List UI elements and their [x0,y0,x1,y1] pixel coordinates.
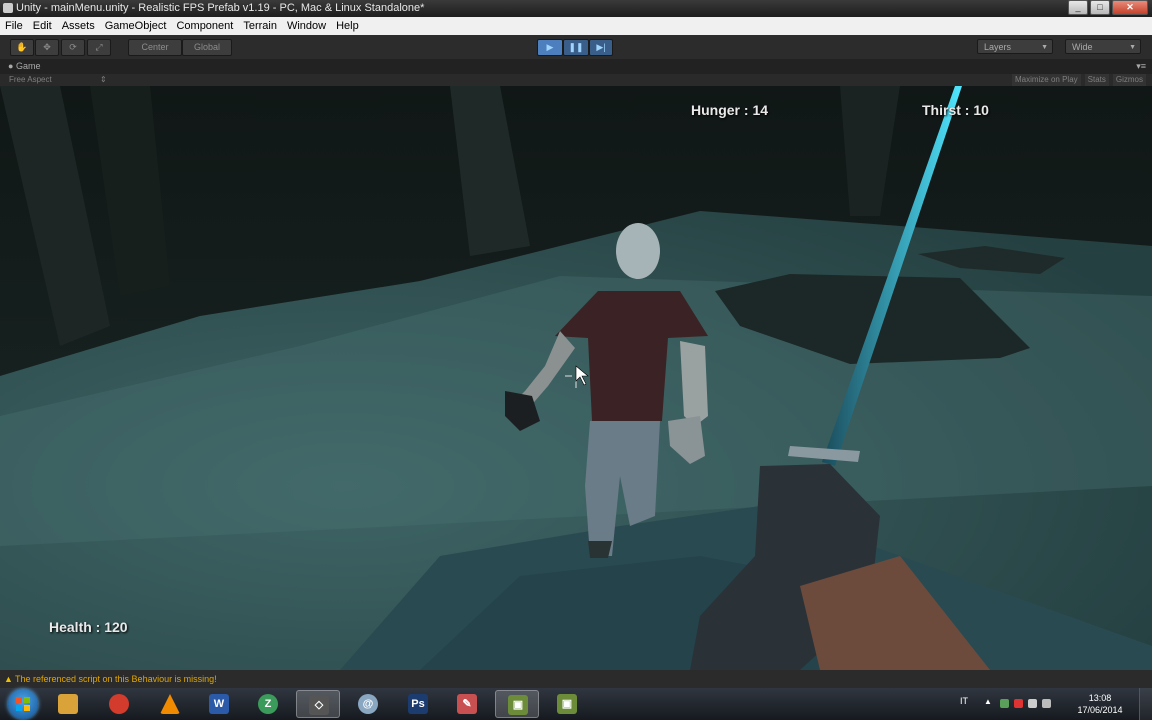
windows-logo-icon [16,697,30,711]
menu-assets[interactable]: Assets [57,17,100,35]
menu-gameobject[interactable]: GameObject [100,17,172,35]
taskbar-chrome[interactable] [97,690,141,718]
tray-security-icon[interactable] [1014,699,1023,708]
game-view-options: Maximize on Play Stats Gizmos [1011,74,1146,86]
minimize-button[interactable]: _ [1068,0,1088,15]
menu-component[interactable]: Component [171,17,238,35]
taskbar-vlc[interactable] [148,690,192,718]
windows-taskbar: W Z ◇ @ Ps ✎ ▣ ▣ IT ▲ 13:08 17/06/2014 [0,688,1152,720]
game2-icon: ▣ [557,694,577,714]
panel-menu-icon[interactable]: ▾≡ [1136,59,1146,74]
game-icon: ▣ [508,695,528,715]
console-status-bar[interactable]: ▲ The referenced script on this Behaviou… [0,670,1152,688]
app-z-icon: Z [258,694,278,714]
thirst-readout: Thirst : 10 [922,102,989,118]
tray-app-icon[interactable] [1000,699,1009,708]
toolbar: ✋ ✥ ⟳ ⤢ Center Global ▶ ❚❚ ▶| Layers ▼ W… [0,35,1152,59]
unity-editor-window: Unity - mainMenu.unity - Realistic FPS P… [0,0,1152,720]
hunger-readout: Hunger : 14 [691,102,769,118]
photoshop-icon: Ps [408,694,428,714]
taskbar-paint[interactable]: ✎ [445,690,489,718]
maximize-button[interactable]: □ [1090,0,1110,15]
paint-icon: ✎ [457,694,477,714]
pause-button[interactable]: ❚❚ [563,39,589,56]
language-indicator[interactable]: IT [960,696,968,706]
show-desktop-button[interactable] [1139,688,1152,720]
window-controls: _ □ ✕ [1068,0,1148,15]
taskbar-app-swirl[interactable]: @ [346,690,390,718]
tab-game-label: Game [15,61,41,71]
unity-icon: ◇ [309,695,329,715]
menu-bar: File Edit Assets GameObject Component Te… [0,17,1152,36]
menu-window[interactable]: Window [282,17,331,35]
game-view-tab-bar: ● Game ▾≡ [0,59,1152,74]
step-button[interactable]: ▶| [589,39,613,56]
maximize-on-play-toggle[interactable]: Maximize on Play [1011,74,1081,86]
console-message: The referenced script on this Behaviour … [15,674,217,684]
layout-label: Wide [1072,42,1093,52]
pivot-global-toggle[interactable]: Global [182,39,232,56]
layers-label: Layers [984,42,1012,52]
window-title: Unity - mainMenu.unity - Realistic FPS P… [16,2,425,14]
aspect-dropdown[interactable]: Free Aspect [9,74,52,86]
rotate-tool-icon[interactable]: ⟳ [61,39,85,56]
taskbar-photoshop[interactable]: Ps [396,690,440,718]
layers-dropdown[interactable]: Layers ▼ [977,39,1053,54]
move-tool-icon[interactable]: ✥ [35,39,59,56]
close-button[interactable]: ✕ [1112,0,1148,15]
menu-file[interactable]: File [0,17,28,35]
system-tray: IT ▲ 13:08 17/06/2014 [952,688,1152,720]
menu-terrain[interactable]: Terrain [238,17,282,35]
tray-volume-icon[interactable] [1042,699,1051,708]
zombie-head [616,223,660,279]
game-view-toolbar: Free Aspect ⇕ Maximize on Play Stats Giz… [0,74,1152,86]
play-button[interactable]: ▶ [537,39,563,56]
chrome-icon [109,694,129,714]
zombie-feet [588,541,612,558]
title-bar: Unity - mainMenu.unity - Realistic FPS P… [0,0,1152,17]
stats-toggle[interactable]: Stats [1084,74,1109,86]
vlc-icon [160,694,180,714]
layout-dropdown[interactable]: Wide ▼ [1065,39,1141,54]
chevron-down-icon: ▼ [1041,44,1048,51]
taskbar-game[interactable]: ▣ [495,690,539,718]
chevron-down-icon: ⇕ [100,75,107,84]
health-readout: Health : 120 [49,619,128,635]
menu-edit[interactable]: Edit [28,17,57,35]
unity-app-icon [3,3,13,13]
menu-help[interactable]: Help [331,17,364,35]
scale-tool-icon[interactable]: ⤢ [87,39,111,56]
tray-network-icon[interactable] [1028,699,1037,708]
start-button[interactable] [8,689,38,719]
taskbar-unity[interactable]: ◇ [296,690,340,718]
chevron-down-icon: ▼ [1129,44,1136,51]
game-scene [0,86,1152,670]
tab-game[interactable]: ● Game [8,59,40,74]
game-viewport[interactable]: Hunger : 14 Thirst : 10 Health : 120 [0,86,1152,670]
taskbar-game2[interactable]: ▣ [545,690,589,718]
taskbar-word[interactable]: W [197,690,241,718]
word-icon: W [209,694,229,714]
clock[interactable]: 13:08 17/06/2014 [1070,692,1130,716]
taskbar-explorer[interactable] [46,690,90,718]
clock-time: 13:08 [1088,693,1112,703]
taskbar-app-z[interactable]: Z [246,690,290,718]
zombie-right-arm [680,341,708,426]
gizmos-dropdown[interactable]: Gizmos [1112,74,1146,86]
hand-tool-icon[interactable]: ✋ [10,39,34,56]
explorer-icon [58,694,78,714]
tray-expand-icon[interactable]: ▲ [984,697,993,706]
warning-icon: ▲ [4,674,13,684]
clock-date: 17/06/2014 [1077,705,1123,715]
app-swirl-icon: @ [358,694,378,714]
pivot-center-toggle[interactable]: Center [128,39,182,56]
